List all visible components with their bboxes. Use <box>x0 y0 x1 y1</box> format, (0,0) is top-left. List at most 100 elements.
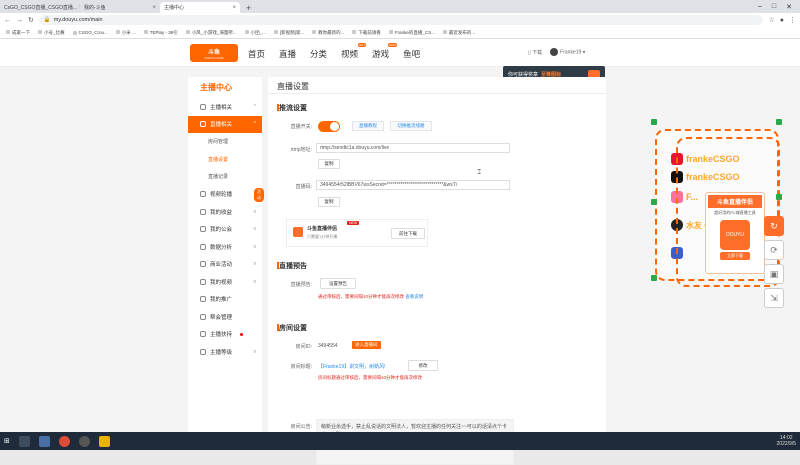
sidebar-item-clan[interactable]: 帮会管理 <box>188 308 262 326</box>
notification-dot <box>240 332 244 336</box>
reload-icon[interactable]: ↻ <box>28 16 34 24</box>
section-room: 房间设置 <box>268 323 307 333</box>
promo-subtitle: 超好用的PC端直播工具 <box>714 210 756 215</box>
copy-code-button[interactable]: 复制 <box>318 197 340 207</box>
handle-icon[interactable] <box>651 199 657 205</box>
sidebar-item-room-manage[interactable]: 房间管理 <box>188 133 262 151</box>
activity-badge: 活动 <box>254 187 264 202</box>
sidebar-item-video-carousel[interactable]: 视频轮播 活动 <box>188 186 264 204</box>
room-title-label: 房间标题: <box>290 364 312 370</box>
bookmark[interactable]: [新视频]第... <box>274 30 304 36</box>
windows-start-icon[interactable]: ⊞ <box>4 437 10 445</box>
sidebar-item-anchor[interactable]: 主播相关 ^ <box>188 98 262 116</box>
handle-icon[interactable] <box>651 119 657 125</box>
sidebar-item-business[interactable]: 商业活动 v <box>188 256 262 274</box>
edit-title-button[interactable]: 修改 <box>408 360 438 371</box>
wallet-icon <box>200 208 206 215</box>
nav-category[interactable]: 分类 <box>310 48 327 60</box>
sidebar-item-label: 商业活动 <box>210 262 233 269</box>
handle-icon[interactable] <box>776 194 782 200</box>
companion-download-button[interactable]: 前往下载 <box>391 228 425 239</box>
download-link[interactable]: ▯ 下载 <box>528 49 542 56</box>
live-switch[interactable] <box>318 121 340 132</box>
profile-icon[interactable]: ● <box>780 17 784 24</box>
app-icon[interactable] <box>98 435 110 447</box>
sidebar-item-live-settings[interactable]: 直播设置 <box>188 151 262 169</box>
sidebar-item-my-videos[interactable]: 我的视频 v <box>188 273 262 291</box>
set-preview-button[interactable]: 设置预告 <box>320 278 356 289</box>
sidebar-item-level[interactable]: 主播等级 v <box>188 343 262 361</box>
bookmark[interactable]: 小号_比赛 <box>38 30 65 36</box>
new-badge: NEW <box>347 221 360 225</box>
close-icon[interactable]: × <box>152 5 156 11</box>
close-window-icon[interactable]: ✕ <box>786 3 792 11</box>
chevron-down-icon: v <box>253 278 257 285</box>
live-tutorial-button[interactable]: 直播教程 <box>352 121 384 131</box>
star-icon[interactable]: ☆ <box>768 16 774 24</box>
system-clock[interactable]: 14:02 2022/9/5 <box>777 435 796 447</box>
sidebar-item-guild[interactable]: 我的公会 v <box>188 221 262 239</box>
companion-promo: 斗鱼直播伴侣 超好用的PC端直播工具 DOUYU 立即下载 <box>705 192 765 274</box>
stream-code-field[interactable]: 3494554r52lBBV67wsSecret=***************… <box>316 180 510 190</box>
sidebar: 主播中心 主播相关 ^ 直播相关 ^ 房间管理 直播设置 直播记录 视频轮播 活动 我… <box>188 77 264 432</box>
nav-video[interactable]: 视频 HOT <box>341 43 367 60</box>
douyu-logo[interactable]: 斗鱼 DOUYU.COM <box>190 44 238 62</box>
sidebar-item-promotion[interactable]: 我的推广 <box>188 291 262 309</box>
sidebar-item-analytics[interactable]: 数据分析 v <box>188 238 262 256</box>
bookmark[interactable]: Franke的直播_CS... <box>389 30 435 36</box>
promo-download-button[interactable]: 立即下载 <box>720 252 750 260</box>
bookmark[interactable]: CSGO_Crou... <box>73 30 108 35</box>
bookmark[interactable]: 教你最新的... <box>312 30 344 36</box>
chevron-down-icon: v <box>253 208 257 215</box>
bookmark[interactable]: TEPlay - 38引 <box>144 30 178 36</box>
nav-games[interactable]: 游戏 NEW <box>372 43 398 60</box>
share-icon[interactable]: ⇲ <box>764 288 784 308</box>
chrome-icon[interactable] <box>58 435 70 447</box>
nav-home[interactable]: 首页 <box>248 48 265 60</box>
browser-tab-active[interactable]: 主播中心 × <box>160 2 240 13</box>
sidebar-item-label: 主播扶持 <box>210 332 233 339</box>
switch-line-button[interactable]: 切换推流线路 <box>390 121 432 131</box>
forward-icon[interactable]: → <box>16 17 23 24</box>
nav-live[interactable]: 直播 <box>279 48 296 60</box>
bookmark[interactable]: 小风_小游戏_海量所... <box>186 30 237 36</box>
menu-icon[interactable]: ⋮ <box>789 16 796 24</box>
sidebar-item-live[interactable]: 直播相关 ^ <box>188 115 262 133</box>
bookmark[interactable]: 最近发布的... <box>443 30 475 36</box>
section-preview: 直播预告 <box>268 261 307 271</box>
bookmark[interactable]: 小团_... <box>245 30 266 36</box>
handle-icon[interactable] <box>776 119 782 125</box>
copy-rtmp-button[interactable]: 复制 <box>318 159 340 169</box>
enter-room-button[interactable]: 进入直播间 <box>352 341 381 349</box>
obs-icon[interactable] <box>78 435 90 447</box>
taskview-icon[interactable] <box>18 435 30 447</box>
minimize-icon[interactable]: – <box>758 3 762 10</box>
url-input[interactable]: 🔒 my.douyu.com/main <box>38 15 764 25</box>
sidebar-item-earnings[interactable]: 我的收益 v <box>188 203 262 221</box>
logo-subtext: DOUYU.COM <box>204 55 224 60</box>
page-content: 斗鱼 DOUYU.COM 首页 直播 分类 视频 HOT 游戏 NEW 鱼吧 ▯ 下… <box>0 39 800 465</box>
maximize-icon[interactable]: □ <box>772 3 776 10</box>
user-menu[interactable]: Franke19 ▾ <box>550 48 585 56</box>
rtmp-address-field[interactable]: rtmp://sendtc1a.douyu.com/live <box>316 143 510 153</box>
room-id-label: 房间ID: <box>295 344 312 350</box>
sidebar-item-live-records[interactable]: 直播记录 <box>188 168 262 186</box>
camera-icon[interactable]: ▣ <box>764 264 784 284</box>
bookmark[interactable]: 下载前请看 <box>352 30 381 36</box>
preview-help-link[interactable]: 查看说明 <box>405 294 423 299</box>
steam-icon[interactable] <box>38 435 50 447</box>
live-tool-icon[interactable]: ↻ <box>764 216 784 236</box>
browser-tab[interactable]: CsGO_CSGO直播_CSGO直播...× <box>0 2 80 13</box>
close-icon[interactable]: × <box>232 5 236 11</box>
chart-icon <box>200 243 206 250</box>
sidebar-item-support[interactable]: 主播扶持 <box>188 326 262 344</box>
refresh-icon[interactable]: ⟳ <box>764 240 784 260</box>
nav-fishbar[interactable]: 鱼吧 <box>403 48 420 60</box>
back-icon[interactable]: ← <box>4 17 11 24</box>
bookmark[interactable]: 小米 ... <box>116 30 136 36</box>
browser-tab[interactable]: 我的-斗鱼 × <box>80 2 160 13</box>
new-tab-button[interactable]: + <box>240 3 257 13</box>
sidebar-item-label: 帮会管理 <box>210 314 233 321</box>
bookmark[interactable]: 成家一下 <box>6 30 30 36</box>
handle-icon[interactable] <box>651 275 657 281</box>
